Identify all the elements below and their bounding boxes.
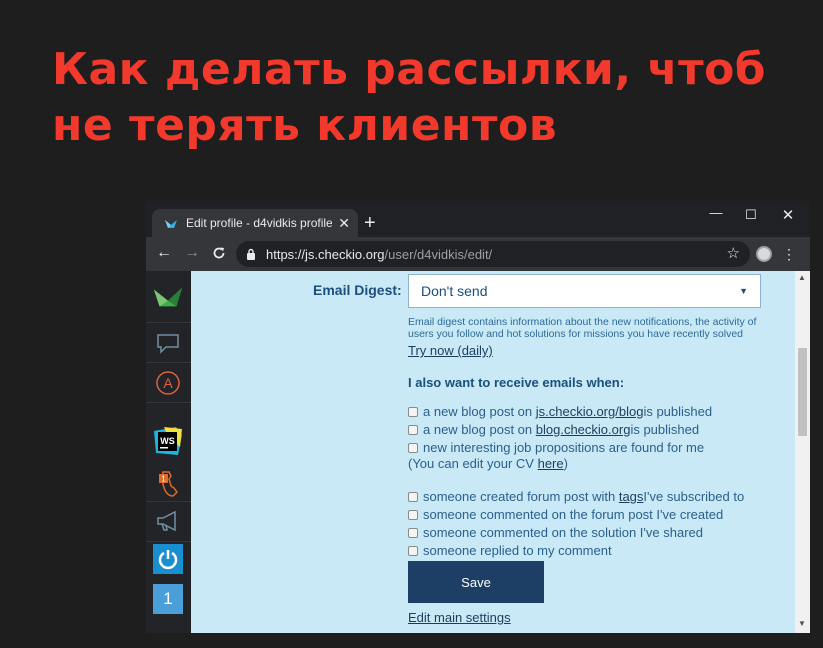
new-tab-button[interactable]: + [364, 211, 376, 235]
forward-arrow-icon[interactable]: → [182, 244, 202, 262]
sidebar: A WS 1 1 [146, 271, 191, 633]
a-circle-icon[interactable]: A [152, 367, 184, 399]
option-blog-main-post: is published [630, 422, 700, 437]
save-button[interactable]: Save [408, 561, 544, 603]
megaphone-icon[interactable] [152, 505, 184, 537]
option-blog-js: a new blog post on js.checkio.org/blog i… [408, 404, 712, 419]
slide-title: Как делать рассылки, чтоб не терять клие… [52, 44, 767, 151]
blog-main-link[interactable]: blog.checkio.org [536, 422, 631, 437]
scroll-down-icon[interactable]: ▼ [798, 619, 806, 628]
email-digest-label: Email Digest: [313, 282, 402, 298]
maximize-button[interactable]: ☐ [736, 207, 766, 223]
chat-bubble-icon[interactable] [152, 327, 184, 359]
email-digest-select[interactable]: Don't send ▼ [408, 274, 761, 308]
checkio-logo-icon[interactable] [152, 281, 184, 313]
checkbox-jobs[interactable] [408, 442, 418, 453]
tab-strip: Edit profile - d4vidkis profile - jav ✕ … [146, 201, 810, 237]
cv-note-pre: (You can edit your CV [408, 456, 538, 471]
sidebar-divider [146, 501, 191, 502]
browser-toolbar: ← → https://js.checkio.org/user/d4vidkis… [146, 237, 810, 271]
sidebar-divider [146, 322, 191, 323]
option-blog-main-pre: a new blog post on [423, 422, 533, 437]
power-icon[interactable] [153, 544, 183, 574]
email-digest-help: Email digest contains information about … [408, 316, 757, 340]
option-commented-solution: someone commented on the solution I've s… [408, 525, 703, 540]
tags-link[interactable]: tags [619, 489, 644, 504]
email-digest-value: Don't send [421, 283, 488, 299]
option-blog-main: a new blog post on blog.checkio.org is p… [408, 422, 699, 437]
checkbox-commented-forum[interactable] [408, 509, 418, 520]
lock-icon [246, 248, 256, 260]
blog-js-link[interactable]: js.checkio.org/blog [536, 404, 644, 419]
cv-note-post: ) [563, 456, 568, 471]
phone-notification-icon[interactable]: 1 [152, 468, 184, 500]
tab-close-icon[interactable]: ✕ [338, 215, 350, 232]
webstorm-label: WS [160, 436, 175, 446]
address-bar[interactable]: https://js.checkio.org/user/d4vidkis/edi… [236, 241, 750, 267]
reload-icon[interactable] [209, 244, 229, 265]
chevron-down-icon: ▼ [739, 286, 748, 296]
also-receive-heading: I also want to receive emails when: [408, 375, 625, 390]
profile-avatar[interactable] [756, 246, 772, 262]
option-commented-forum: someone commented on the forum post I've… [408, 507, 723, 522]
option-replied-label: someone replied to my comment [423, 543, 612, 558]
option-jobs: new interesting job propositions are fou… [408, 440, 704, 455]
checkbox-replied[interactable] [408, 545, 418, 556]
checkbox-commented-solution[interactable] [408, 527, 418, 538]
edit-main-settings-link[interactable]: Edit main settings [408, 610, 511, 625]
checkbox-blog-js[interactable] [408, 406, 418, 417]
url-host: https://js.checkio.org [266, 246, 385, 262]
tab-title: Edit profile - d4vidkis profile - jav [186, 216, 333, 230]
browser-tab[interactable]: Edit profile - d4vidkis profile - jav ✕ [152, 209, 358, 237]
url-path: /user/d4vidkis/edit/ [384, 246, 493, 262]
browser-menu-icon[interactable]: ⋮ [782, 245, 796, 263]
scroll-up-icon[interactable]: ▲ [798, 273, 806, 282]
page-viewport: A WS 1 1 Email Digest: Don't send ▼ Emai… [146, 271, 810, 633]
url-text: https://js.checkio.org/user/d4vidkis/edi… [266, 247, 492, 262]
option-forum-post: I've subscribed to [643, 489, 745, 504]
scroll-thumb[interactable] [798, 348, 807, 436]
webstorm-icon[interactable]: WS [152, 425, 184, 457]
option-forum-tags: someone created forum post with tags I'v… [408, 489, 744, 504]
option-blog-js-post: is published [643, 404, 713, 419]
minimize-button[interactable]: — [701, 205, 731, 220]
option-commented-forum-label: someone commented on the forum post I've… [423, 507, 724, 522]
option-commented-solution-label: someone commented on the solution I've s… [423, 525, 703, 540]
option-blog-js-pre: a new blog post on [423, 404, 533, 419]
cv-note: (You can edit your CV here) [408, 456, 568, 471]
svg-text:A: A [163, 375, 173, 391]
close-window-button[interactable]: ✕ [773, 206, 803, 224]
edit-cv-link[interactable]: here [538, 456, 564, 471]
notification-count: 1 [161, 475, 166, 484]
option-replied: someone replied to my comment [408, 543, 612, 558]
page-scrollbar[interactable]: ▲ ▼ [795, 271, 810, 633]
back-arrow-icon[interactable]: ← [154, 244, 174, 262]
checkio-favicon-icon [164, 216, 178, 230]
checkbox-forum-tags[interactable] [408, 491, 418, 502]
sidebar-divider [146, 402, 191, 403]
option-jobs-label: new interesting job propositions are fou… [423, 440, 705, 455]
sidebar-divider [146, 362, 191, 363]
browser-window: Edit profile - d4vidkis profile - jav ✕ … [146, 201, 810, 633]
sidebar-divider [146, 541, 191, 542]
level-badge[interactable]: 1 [153, 584, 183, 614]
try-now-link[interactable]: Try now (daily) [408, 343, 493, 358]
option-forum-pre: someone created forum post with [423, 489, 616, 504]
bookmark-star-icon[interactable]: ☆ [727, 244, 740, 262]
checkbox-blog-main[interactable] [408, 424, 418, 435]
edit-profile-page: Email Digest: Don't send ▼ Email digest … [191, 271, 795, 633]
